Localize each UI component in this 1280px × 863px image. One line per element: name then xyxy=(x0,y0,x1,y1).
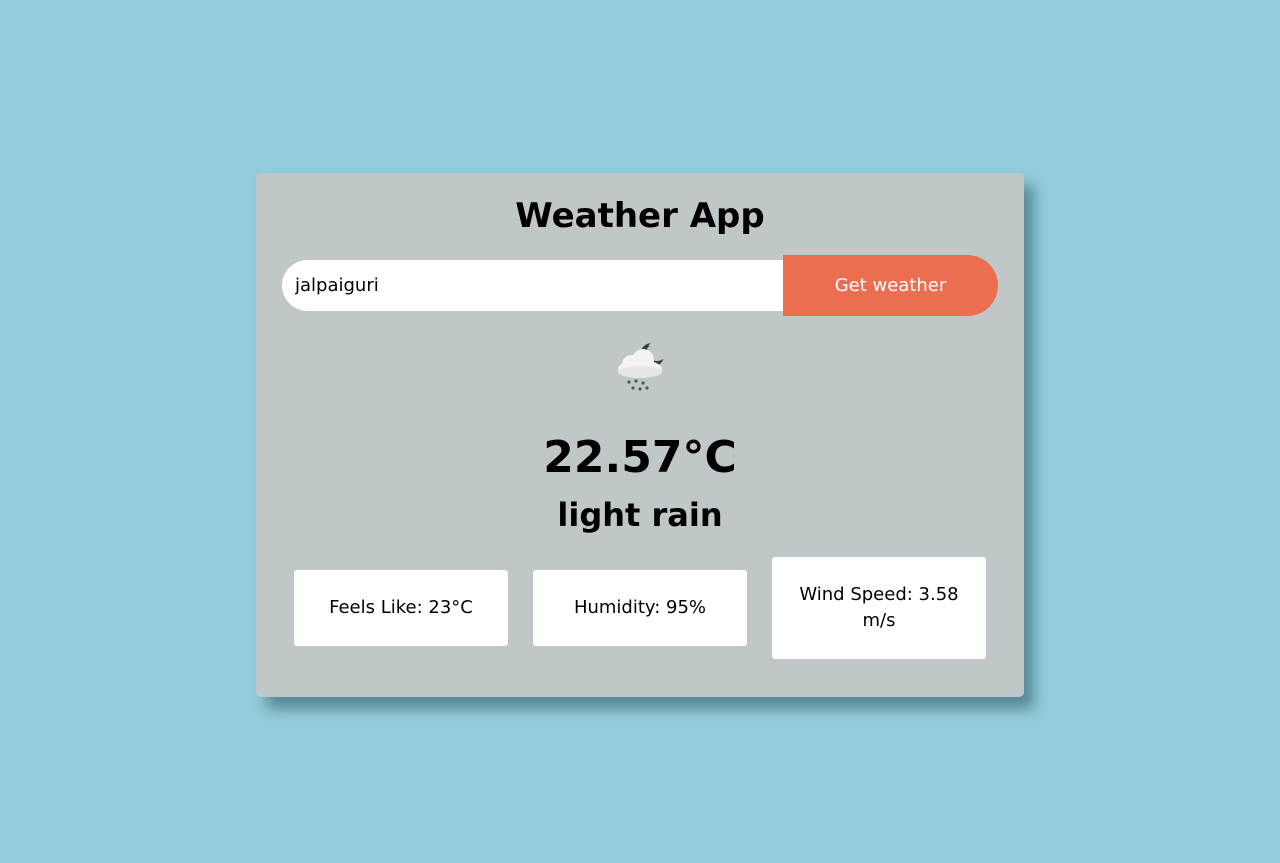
feels-like-text: Feels Like: 23°C xyxy=(329,597,473,618)
humidity-card: Humidity: 95% xyxy=(533,570,747,646)
city-search-input[interactable] xyxy=(282,260,802,311)
get-weather-button[interactable]: Get weather xyxy=(783,255,998,316)
light-rain-night-icon xyxy=(618,341,667,391)
wind-speed-text: Wind Speed: 3.58 m/s xyxy=(799,584,959,631)
temperature: 22.57°C xyxy=(543,432,737,483)
humidity-text: Humidity: 95% xyxy=(573,597,707,618)
wind-speed-card: Wind Speed: 3.58 m/s xyxy=(772,557,986,659)
feels-like-card: Feels Like: 23°C xyxy=(294,570,508,646)
weather-description: light rain xyxy=(557,496,723,534)
app-title: Weather App xyxy=(515,196,765,236)
